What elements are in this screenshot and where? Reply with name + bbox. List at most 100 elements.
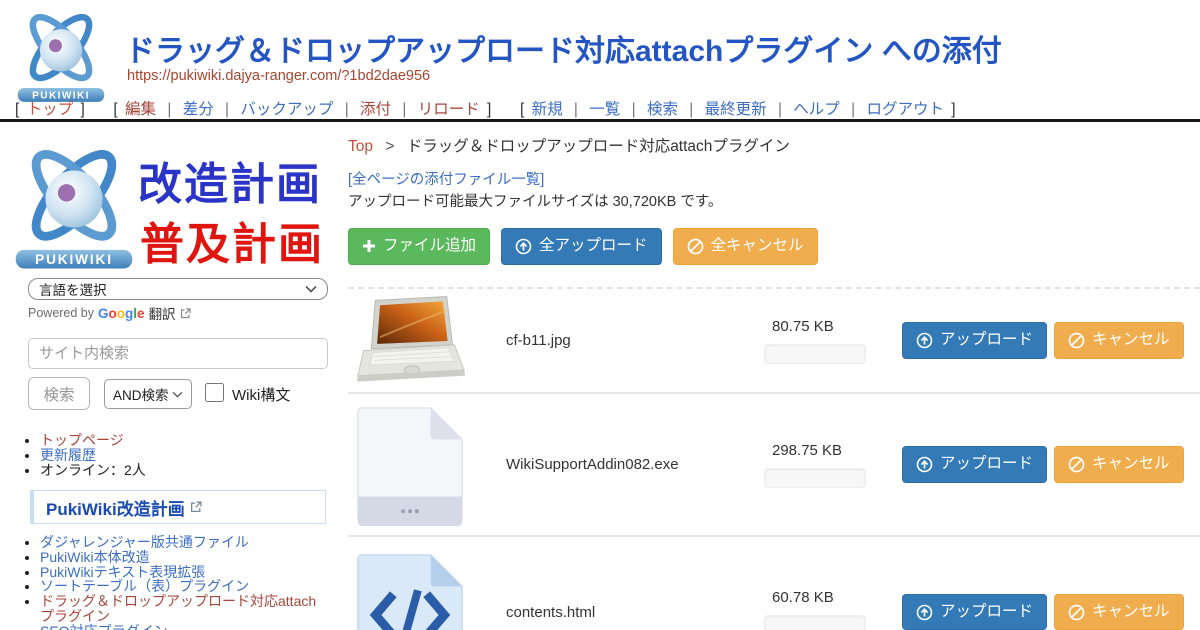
ban-icon xyxy=(1068,456,1085,473)
sidebar-pukiwiki-logo[interactable]: PUKIWIKI xyxy=(12,138,136,270)
file-thumbnail xyxy=(348,294,506,388)
nav-separator: | xyxy=(574,101,578,118)
nav-backup-link[interactable]: バックアップ xyxy=(240,101,333,118)
pukiwiki-attach-page: PUKIWIKI ドラッグ＆ドロップアップロード対応attachプラグイン への… xyxy=(0,0,1200,630)
sidebar-core-mod-link[interactable]: PukiWiki本体改造 xyxy=(40,549,150,565)
sidebar-logo-wordmark: PUKIWIKI xyxy=(35,252,113,267)
list-item: ソートテーブル（表）プラグイン xyxy=(40,579,322,594)
search-mode-select[interactable]: AND検索 xyxy=(104,379,192,409)
list-item: ドラッグ＆ドロップアップロード対応attachプラグイン xyxy=(40,594,322,624)
cancel-label: キャンセル xyxy=(1092,603,1170,622)
header-divider xyxy=(0,119,1200,122)
list-item: 更新履歴 xyxy=(40,448,146,463)
nav-separator: | xyxy=(225,101,229,118)
search-mode-value: AND検索 xyxy=(113,384,169,404)
file-row-actions: アップロード キャンセル xyxy=(884,446,1200,483)
nav-edit-link[interactable]: 編集 xyxy=(125,101,156,118)
online-count: オンライン：2人 xyxy=(40,462,146,478)
file-size-column: 80.75 KB xyxy=(764,318,884,364)
file-size-column: 60.78 KB xyxy=(764,589,884,630)
sidebar-dragdrop-attach-link[interactable]: ドラッグ＆ドロップアップロード対応attachプラグイン xyxy=(40,593,316,624)
upload-button[interactable]: アップロード xyxy=(902,594,1047,630)
upload-all-button[interactable]: 全アップロード xyxy=(501,228,662,265)
bracket: [ xyxy=(113,101,117,118)
sidebar-sort-table-link[interactable]: ソートテーブル（表）プラグイン xyxy=(40,578,249,594)
bracket: ] xyxy=(80,101,84,118)
upload-button[interactable]: アップロード xyxy=(902,446,1047,483)
breadcrumb: Top > ドラッグ＆ドロップアップロード対応attachプラグイン xyxy=(348,134,790,156)
ban-icon xyxy=(1068,604,1085,621)
file-size: 80.75 KB xyxy=(764,318,884,335)
nav-diff-link[interactable]: 差分 xyxy=(183,101,214,118)
chevron-down-icon xyxy=(305,285,317,293)
chevron-down-icon xyxy=(172,391,183,398)
nav-separator: | xyxy=(402,101,406,118)
upload-label: アップロード xyxy=(940,331,1033,350)
nav-separator: | xyxy=(632,101,636,118)
google-translate-attribution: Powered by Google 翻訳 xyxy=(28,303,191,323)
cancel-label: キャンセル xyxy=(1092,455,1170,474)
file-row-actions: アップロード キャンセル xyxy=(884,322,1200,359)
bracket: ] xyxy=(951,101,955,118)
sidebar-text-ext-link[interactable]: PukiWikiテキスト表現拡張 xyxy=(40,564,205,580)
pukiwiki-logo[interactable]: PUKIWIKI xyxy=(15,5,107,103)
all-pages-attach-list-link[interactable]: [全ページの添付ファイル一覧] xyxy=(348,168,544,189)
cancel-button[interactable]: キャンセル xyxy=(1054,446,1184,483)
upload-button[interactable]: アップロード xyxy=(902,322,1047,359)
add-file-button[interactable]: ファイル追加 xyxy=(348,228,490,265)
nav-attach-link[interactable]: 添付 xyxy=(360,101,391,118)
language-select-value: 言語を選択 xyxy=(39,279,107,299)
breadcrumb-separator: > xyxy=(385,138,394,155)
nav-help-link[interactable]: ヘルプ xyxy=(793,101,840,118)
page-url-link[interactable]: https://pukiwiki.dajya-ranger.com/?1bd2d… xyxy=(127,68,430,84)
cancel-all-label: 全キャンセル xyxy=(711,237,804,256)
list-item: トップページ xyxy=(40,433,146,448)
nav-logout-link[interactable]: ログアウト xyxy=(866,101,944,118)
nav-list-link[interactable]: 一覧 xyxy=(589,101,620,118)
cancel-all-button[interactable]: 全キャンセル xyxy=(673,228,818,265)
bracket: [ xyxy=(520,101,524,118)
file-name: WikiSupportAddin082.exe xyxy=(506,456,764,473)
sidebar-section-heading[interactable]: PukiWiki改造計画 xyxy=(30,490,326,524)
nav-recent-link[interactable]: 最終更新 xyxy=(705,101,767,118)
file-row: cf-b11.jpg 80.75 KB アップロード キャンセル xyxy=(348,289,1200,394)
bracket: ] xyxy=(487,101,491,118)
breadcrumb-top-link[interactable]: Top xyxy=(348,138,373,155)
upload-circle-icon xyxy=(916,456,933,473)
site-search-input[interactable] xyxy=(28,338,328,369)
file-row: WikiSupportAddin082.exe 298.75 KB アップロード… xyxy=(348,394,1200,537)
search-button[interactable]: 検索 xyxy=(28,377,90,410)
upload-label: アップロード xyxy=(940,455,1033,474)
wiki-syntax-label: Wiki構文 xyxy=(232,384,290,405)
file-name: cf-b11.jpg xyxy=(506,332,764,349)
file-size: 60.78 KB xyxy=(764,589,884,606)
upload-dropzone[interactable]: cf-b11.jpg 80.75 KB アップロード キャンセル xyxy=(348,287,1200,630)
cancel-label: キャンセル xyxy=(1092,331,1170,350)
cancel-button[interactable]: キャンセル xyxy=(1054,594,1184,630)
cancel-button[interactable]: キャンセル xyxy=(1054,322,1184,359)
sidebar-toppage-link[interactable]: トップページ xyxy=(40,432,124,448)
ban-icon xyxy=(1068,332,1085,349)
sidebar-common-files-link[interactable]: ダジャレンジャー版共通ファイル xyxy=(40,534,249,550)
breadcrumb-current-page: ドラッグ＆ドロップアップロード対応attachプラグイン xyxy=(407,138,790,155)
list-item: ダジャレンジャー版共通ファイル xyxy=(40,535,322,550)
file-size: 298.75 KB xyxy=(764,442,884,459)
powered-by-text: Powered by xyxy=(28,306,94,320)
upload-all-label: 全アップロード xyxy=(539,237,648,256)
sidebar-recent-changes-link[interactable]: 更新履歴 xyxy=(40,447,96,463)
generic-file-icon xyxy=(352,402,468,528)
bracket: [ xyxy=(15,101,19,118)
nav-new-link[interactable]: 新規 xyxy=(532,101,563,118)
nav-search-link[interactable]: 検索 xyxy=(647,101,678,118)
translate-word: 翻訳 xyxy=(149,303,176,323)
banner-fukyu-keikaku: 普及計画 xyxy=(140,208,324,272)
upload-label: アップロード xyxy=(940,603,1033,622)
list-item: PukiWikiテキスト表現拡張 xyxy=(40,565,322,580)
language-select[interactable]: 言語を選択 xyxy=(28,278,328,300)
nav-reload-link[interactable]: リロード xyxy=(418,101,480,118)
sidebar-seo-plugin-link[interactable]: SEO対応プラグイン xyxy=(40,623,168,630)
list-item: PukiWiki本体改造 xyxy=(40,550,322,565)
nav-top-link[interactable]: トップ xyxy=(27,101,74,118)
wiki-syntax-checkbox[interactable] xyxy=(205,383,224,402)
page-title: ドラッグ＆ドロップアップロード対応attachプラグイン への添付 xyxy=(125,26,1002,70)
